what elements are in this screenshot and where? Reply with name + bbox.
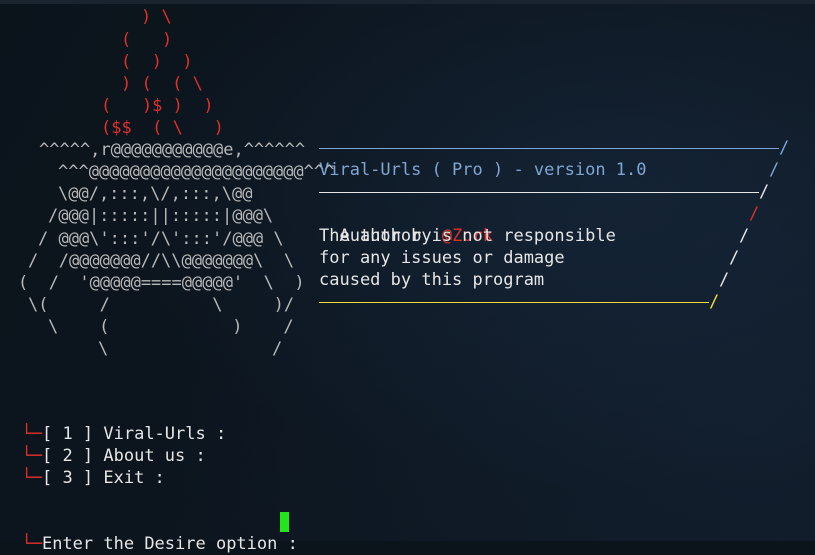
cake-line-4: /@@@|:::::||:::::|@@@\ — [48, 206, 274, 226]
banner-mid-rule — [319, 192, 759, 193]
banner-bottom-rule — [319, 302, 709, 303]
banner-slash-8: / — [709, 292, 720, 312]
menu-item-exit[interactable]: └─[ 3 ] Exit : — [1, 445, 165, 489]
flame-line-6: ($$ ( \ ) — [101, 118, 224, 138]
disclaimer-line-1: The author is not responsible — [319, 226, 616, 246]
cake-line-9: \ ( ) / — [48, 317, 294, 337]
banner-slash-4: / — [749, 204, 760, 224]
banner-slash-5: / — [739, 226, 750, 246]
flame-line-4: ) ( ( \ — [121, 74, 203, 94]
cake-line-2: ^^^@@@@@@@@@@@@@@@@@@@@@^^^ — [58, 162, 335, 182]
flame-line-1: ) \ — [141, 7, 172, 27]
cake-line-3: \@@/,:::,\/,:::,\@@ — [58, 184, 253, 204]
banner-slash-3: / — [759, 182, 770, 202]
banner-slash-1: / — [779, 138, 790, 158]
banner-slash-7: / — [719, 270, 730, 290]
cake-line-1: ^^^^^,r@@@@@@@@@@@e,^^^^^^ — [39, 140, 306, 160]
disclaimer-line-2: for any issues or damage — [319, 248, 565, 268]
cake-line-10: \ / — [98, 339, 283, 359]
cake-line-8: \( / \ )/ — [28, 295, 295, 315]
banner-top-rule — [319, 148, 779, 149]
prompt-label: Enter the Desire option : — [41, 534, 309, 554]
cake-line-6: / /@@@@@@@//\\@@@@@@@\ \ — [28, 251, 295, 271]
terminal-top-edge — [0, 0, 815, 4]
banner-slash-2: / — [769, 160, 780, 180]
cake-line-5: / @@@\':::'/\':::'/@@@ \ — [38, 229, 284, 249]
banner-title: Viral-Urls ( Pro ) - version 1.0 — [319, 160, 647, 180]
menu-item-label: [ 3 ] Exit : — [41, 468, 165, 488]
text-cursor[interactable] — [280, 512, 289, 532]
flame-line-5: ( )$ ) ) — [101, 96, 214, 116]
tree-branch-icon: └─ — [21, 534, 42, 554]
option-prompt[interactable]: └─Enter the Desire option : — [1, 511, 308, 555]
disclaimer-line-3: caused by this program — [319, 270, 545, 290]
cake-line-7: ( / '@@@@@====@@@@@' \ ) — [18, 273, 305, 293]
flame-line-3: ( ) ) — [121, 52, 193, 72]
banner-slash-6: / — [729, 248, 740, 268]
tree-branch-icon: └─ — [21, 468, 42, 488]
flame-line-2: ( ) — [121, 30, 173, 50]
